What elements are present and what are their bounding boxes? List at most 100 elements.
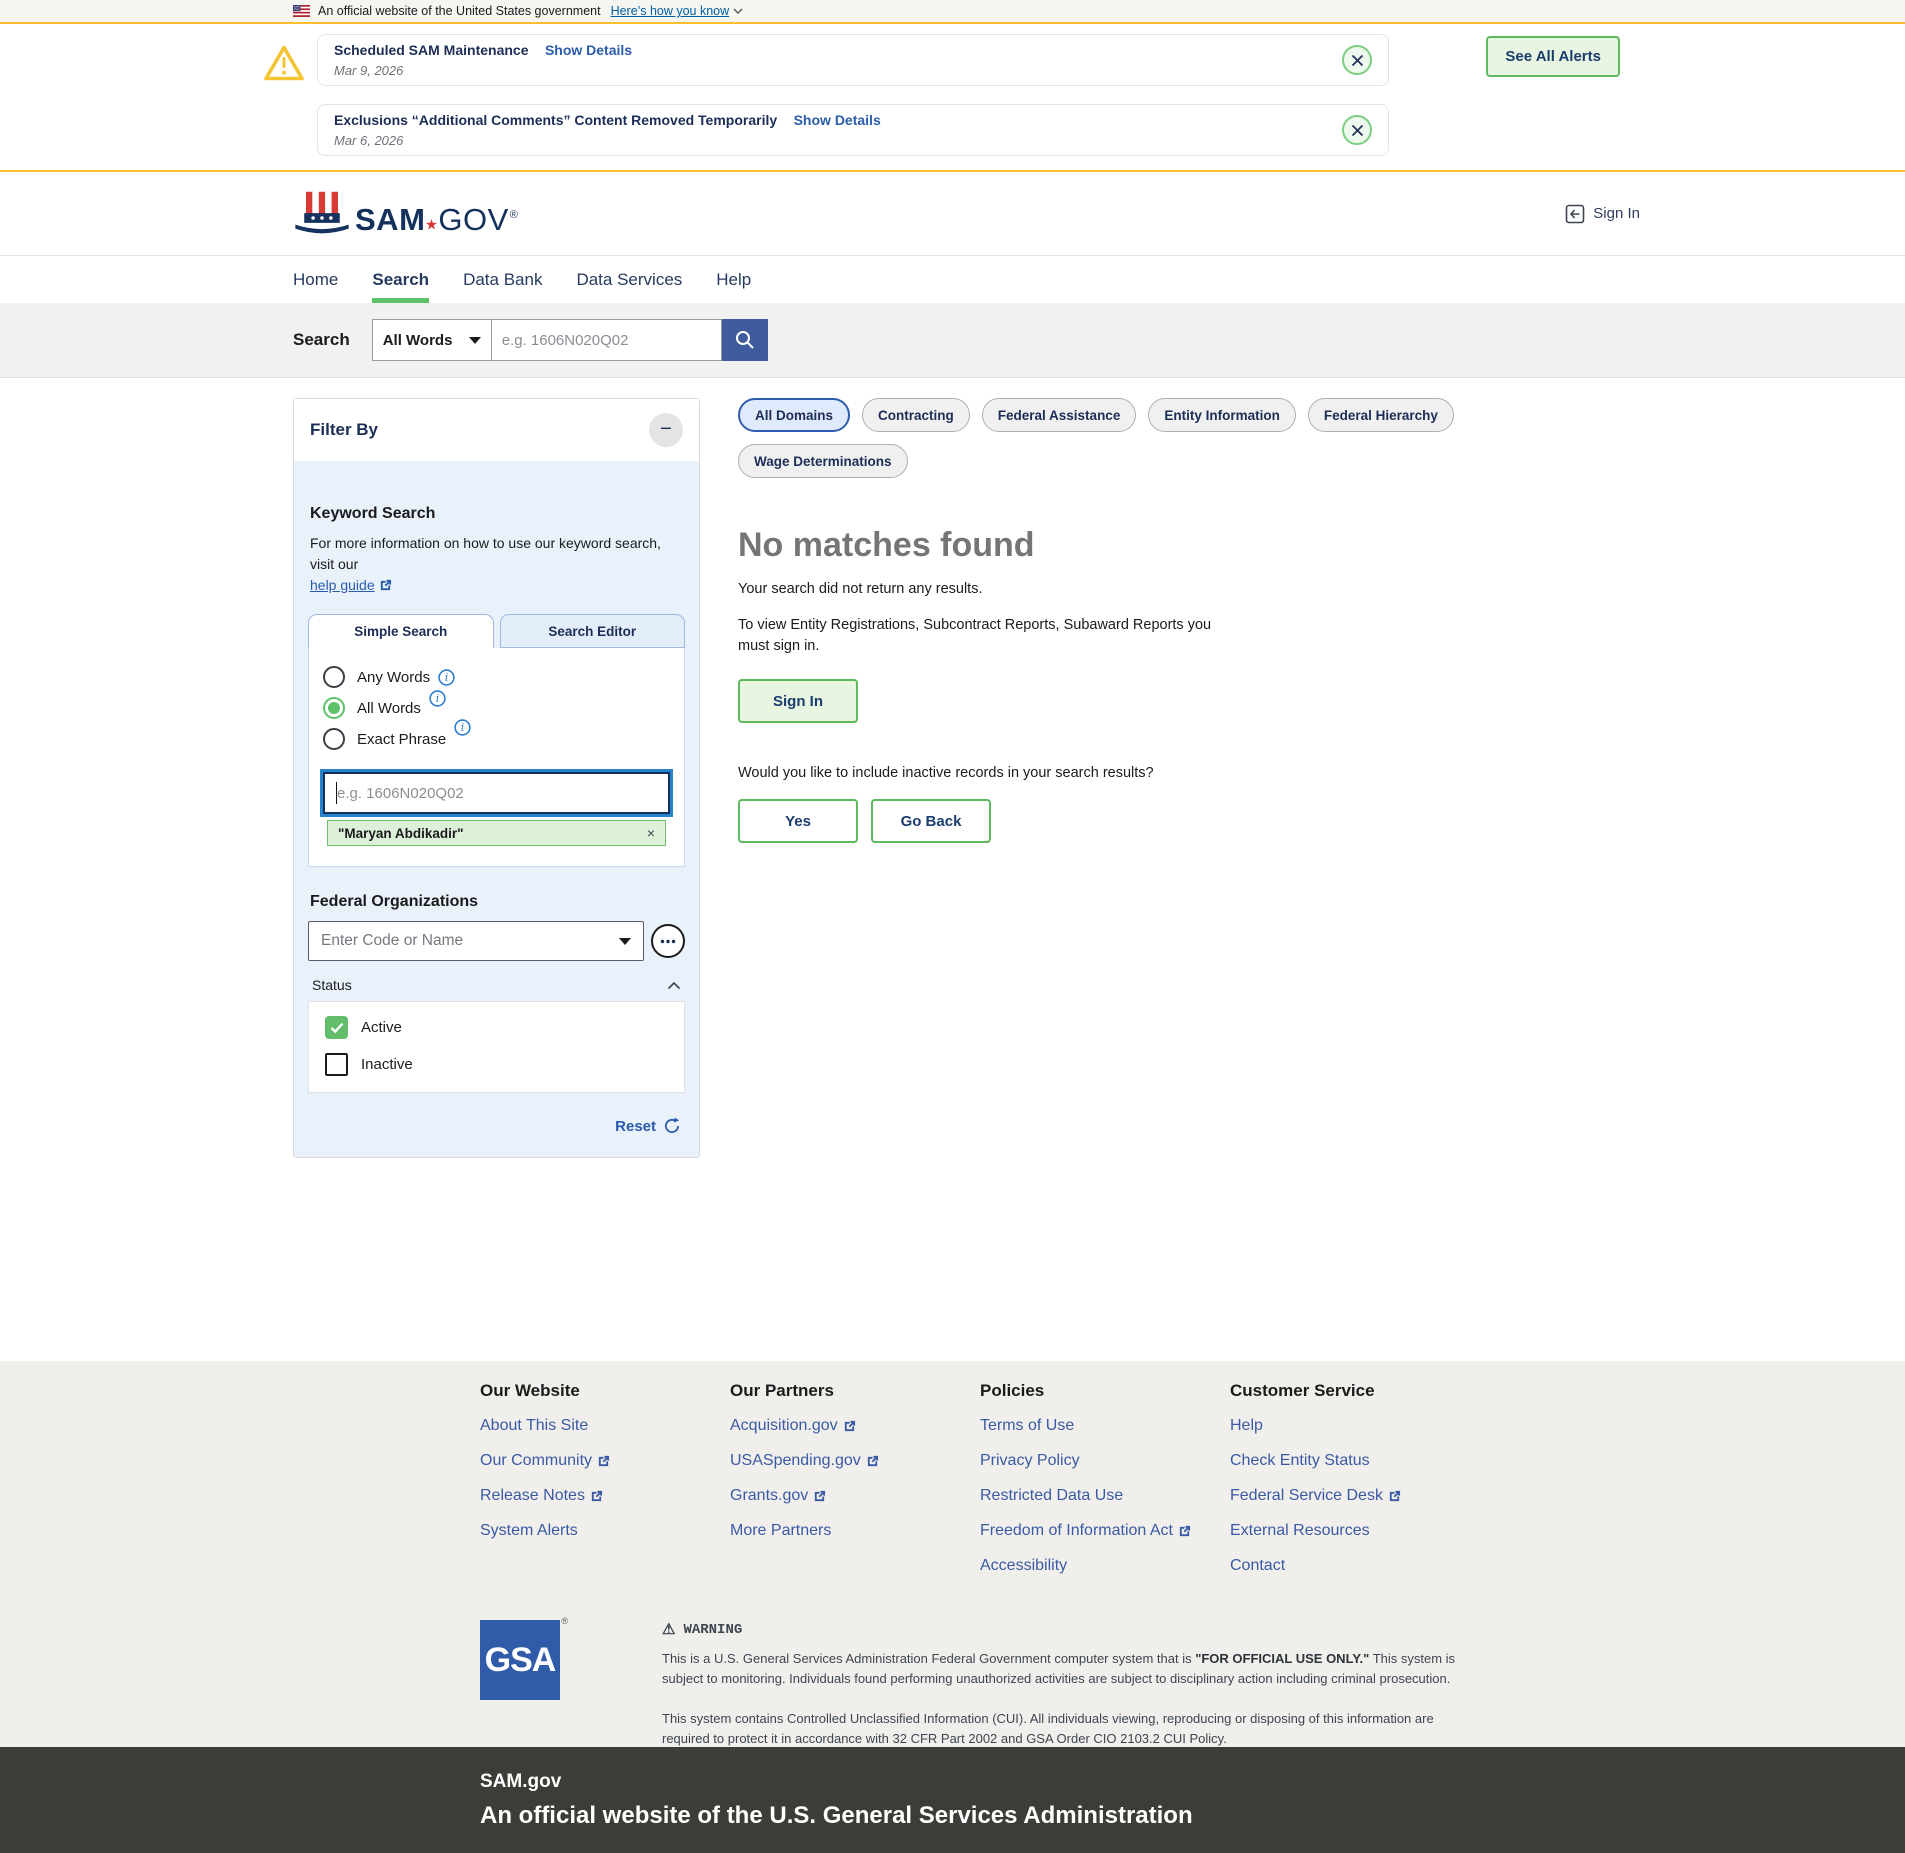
radio-all-words-label: All Words bbox=[357, 700, 421, 717]
nav-help[interactable]: Help bbox=[716, 256, 751, 303]
star-icon bbox=[426, 219, 437, 230]
external-link-icon bbox=[843, 1420, 856, 1433]
yes-button[interactable]: Yes bbox=[738, 799, 858, 843]
footer-link-system-alerts[interactable]: System Alerts bbox=[480, 1522, 730, 1540]
search-icon bbox=[734, 329, 756, 351]
footer-link-usaspending-gov[interactable]: USASpending.gov bbox=[730, 1452, 980, 1470]
search-button[interactable] bbox=[722, 319, 768, 361]
chip-remove-icon[interactable]: × bbox=[647, 825, 655, 841]
sam-gov-logo[interactable]: SAM GOV ® bbox=[293, 190, 518, 238]
footer-link-federal-service-desk[interactable]: Federal Service Desk bbox=[1230, 1487, 1480, 1505]
footer-link-foia[interactable]: Freedom of Information Act bbox=[980, 1522, 1230, 1540]
federal-org-combobox[interactable]: Enter Code or Name bbox=[308, 921, 644, 961]
pill-entity-information[interactable]: Entity Information bbox=[1148, 398, 1296, 432]
nav-home[interactable]: Home bbox=[293, 256, 338, 303]
tab-simple-search[interactable]: Simple Search bbox=[308, 614, 494, 648]
footer-link-more-partners[interactable]: More Partners bbox=[730, 1522, 980, 1540]
tab-search-editor[interactable]: Search Editor bbox=[500, 614, 686, 648]
reset-filters-link[interactable]: Reset bbox=[615, 1118, 656, 1135]
uncle-sam-hat-icon bbox=[293, 190, 351, 238]
header-sign-in-link[interactable]: Sign In bbox=[1565, 204, 1640, 224]
nav-data-bank[interactable]: Data Bank bbox=[463, 256, 542, 303]
pill-federal-hierarchy[interactable]: Federal Hierarchy bbox=[1308, 398, 1454, 432]
main-nav: Home Search Data Bank Data Services Help bbox=[0, 255, 1905, 303]
footer-col-policies: Policies Terms of Use Privacy Policy Res… bbox=[980, 1381, 1230, 1592]
radio-any-words[interactable] bbox=[323, 666, 345, 688]
logo-sam-text: SAM bbox=[355, 202, 425, 238]
external-link-icon bbox=[813, 1490, 826, 1503]
alert-show-details-link[interactable]: Show Details bbox=[545, 42, 632, 58]
check-icon bbox=[330, 1022, 344, 1034]
svg-text:i: i bbox=[445, 671, 449, 684]
help-guide-link[interactable]: help guide bbox=[310, 575, 392, 596]
alert-show-details-link[interactable]: Show Details bbox=[794, 112, 881, 128]
search-label: Search bbox=[293, 330, 350, 350]
nav-search[interactable]: Search bbox=[372, 256, 429, 303]
go-back-button[interactable]: Go Back bbox=[871, 799, 991, 843]
footer-link-restricted-data-use[interactable]: Restricted Data Use bbox=[980, 1487, 1230, 1505]
results-area: All Domains Contracting Federal Assistan… bbox=[738, 398, 1620, 843]
external-link-icon bbox=[866, 1455, 879, 1468]
gov-banner-text: An official website of the United States… bbox=[318, 4, 601, 18]
federal-org-placeholder: Enter Code or Name bbox=[321, 932, 463, 950]
search-mode-select[interactable]: All Words bbox=[372, 319, 492, 361]
keyword-input[interactable] bbox=[325, 774, 668, 812]
alert-row: Exclusions “Additional Comments” Content… bbox=[317, 104, 1389, 156]
footer-link-help[interactable]: Help bbox=[1230, 1417, 1480, 1435]
footer-link-about-this-site[interactable]: About This Site bbox=[480, 1417, 730, 1435]
search-input[interactable] bbox=[492, 319, 722, 361]
alert-date: Mar 9, 2026 bbox=[334, 63, 1342, 78]
caret-down-icon bbox=[469, 337, 481, 344]
chevron-up-icon bbox=[667, 981, 681, 990]
footer-link-acquisition-gov[interactable]: Acquisition.gov bbox=[730, 1417, 980, 1435]
status-section-toggle[interactable]: Status bbox=[312, 977, 681, 993]
footer-link-our-community[interactable]: Our Community bbox=[480, 1452, 730, 1470]
no-results-message: Your search did not return any results. bbox=[738, 581, 1620, 597]
external-link-icon bbox=[590, 1490, 603, 1503]
footer-link-check-entity-status[interactable]: Check Entity Status bbox=[1230, 1452, 1480, 1470]
pill-all-domains[interactable]: All Domains bbox=[738, 398, 850, 432]
footer-link-accessibility[interactable]: Accessibility bbox=[980, 1557, 1230, 1575]
radio-all-words[interactable] bbox=[323, 697, 345, 719]
pill-wage-determinations[interactable]: Wage Determinations bbox=[738, 444, 908, 478]
footer-site-name: SAM.gov bbox=[480, 1771, 1905, 1793]
logo-trademark: ® bbox=[510, 209, 519, 221]
no-matches-title: No matches found bbox=[738, 526, 1620, 565]
warning-paragraph-1: This is a U.S. General Services Administ… bbox=[662, 1649, 1472, 1689]
footer-link-external-resources[interactable]: External Resources bbox=[1230, 1522, 1480, 1540]
sign-in-button[interactable]: Sign In bbox=[738, 679, 858, 723]
gov-banner: An official website of the United States… bbox=[0, 0, 1905, 22]
more-options-button[interactable] bbox=[651, 924, 685, 958]
identifier-footer: SAM.gov An official website of the U.S. … bbox=[0, 1747, 1905, 1853]
checkbox-active-label: Active bbox=[361, 1019, 402, 1036]
footer-link-terms-of-use[interactable]: Terms of Use bbox=[980, 1417, 1230, 1435]
pill-contracting[interactable]: Contracting bbox=[862, 398, 970, 432]
how-you-know-link[interactable]: Here’s how you know bbox=[611, 4, 744, 18]
radio-exact-phrase[interactable] bbox=[323, 728, 345, 750]
footer-link-privacy-policy[interactable]: Privacy Policy bbox=[980, 1452, 1230, 1470]
footer-link-grants-gov[interactable]: Grants.gov bbox=[730, 1487, 980, 1505]
info-icon[interactable]: i bbox=[438, 669, 455, 686]
pill-federal-assistance[interactable]: Federal Assistance bbox=[982, 398, 1137, 432]
footer-link-contact[interactable]: Contact bbox=[1230, 1557, 1480, 1575]
warning-block: ⚠ WARNING This is a U.S. General Service… bbox=[662, 1620, 1472, 1750]
sign-in-icon bbox=[1565, 204, 1585, 224]
footer-link-release-notes[interactable]: Release Notes bbox=[480, 1487, 730, 1505]
collapse-filters-button[interactable]: − bbox=[649, 413, 683, 447]
site-footer: Our Website About This Site Our Communit… bbox=[0, 1361, 1905, 1747]
info-icon[interactable]: i bbox=[429, 690, 446, 707]
see-all-alerts-button[interactable]: See All Alerts bbox=[1486, 36, 1620, 77]
logo-gov-text: GOV bbox=[438, 202, 508, 238]
chevron-down-icon bbox=[733, 8, 743, 14]
checkbox-inactive[interactable] bbox=[325, 1053, 348, 1076]
alerts-section: Scheduled SAM Maintenance Show Details M… bbox=[0, 24, 1905, 170]
nav-data-services[interactable]: Data Services bbox=[576, 256, 682, 303]
keyword-chip-label: "Maryan Abdikadir" bbox=[338, 826, 464, 841]
alert-close-button[interactable] bbox=[1342, 45, 1372, 75]
svg-text:i: i bbox=[461, 721, 465, 734]
alert-close-button[interactable] bbox=[1342, 115, 1372, 145]
checkbox-active[interactable] bbox=[325, 1016, 348, 1039]
info-icon[interactable]: i bbox=[454, 719, 471, 736]
gsa-trademark: ® bbox=[561, 1616, 568, 1626]
alert-row: Scheduled SAM Maintenance Show Details M… bbox=[317, 34, 1389, 86]
